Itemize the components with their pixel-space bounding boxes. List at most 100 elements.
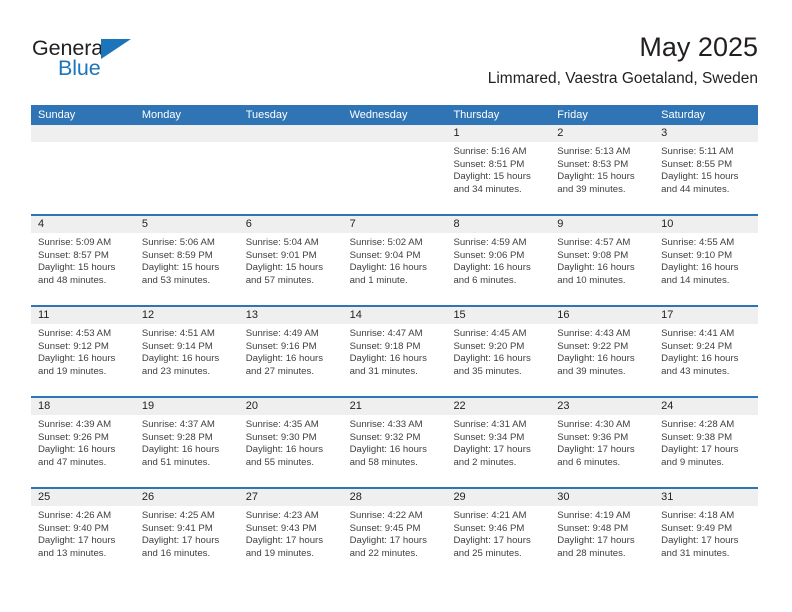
- calendar-day-cell[interactable]: 21 Sunrise: 4:33 AM Sunset: 9:32 PM Dayligh…: [342, 398, 447, 487]
- day-details: Sunrise: 4:45 AM Sunset: 9:20 PM Daylight:…: [446, 324, 550, 378]
- calendar-day-cell[interactable]: 2 Sunrise: 5:13 AM Sunset: 8:53 PM Daylight…: [550, 125, 655, 214]
- sunset-text: Sunset: 9:16 PM: [245, 340, 317, 352]
- calendar-day-cell[interactable]: 27 Sunrise: 4:23 AM Sunset: 9:43 PM Dayligh…: [238, 489, 343, 578]
- daylight-text-line2: and 39 minutes.: [557, 183, 626, 195]
- calendar-day-cell[interactable]: 20 Sunrise: 4:35 AM Sunset: 9:30 PM Dayligh…: [238, 398, 343, 487]
- day-details: [31, 142, 135, 146]
- day-number-band: 26: [134, 489, 239, 506]
- day-number: 13: [245, 309, 258, 321]
- daylight-text-line1: Daylight: 16 hours: [38, 353, 116, 365]
- sunset-text: Sunset: 9:45 PM: [349, 522, 421, 534]
- brand-logo[interactable]: General Blue: [32, 36, 262, 92]
- daylight-text-line2: and 2 minutes.: [453, 456, 517, 468]
- day-details: Sunrise: 4:22 AM Sunset: 9:45 PM Daylight:…: [343, 506, 447, 560]
- day-number-band: 18: [31, 398, 135, 415]
- day-details: Sunrise: 5:16 AM Sunset: 8:51 PM Daylight:…: [446, 142, 550, 196]
- calendar-day-cell[interactable]: 28 Sunrise: 4:22 AM Sunset: 9:45 PM Dayligh…: [342, 489, 447, 578]
- calendar-grid: Sunday Monday Tuesday Wednesday Thursday…: [31, 105, 759, 578]
- daylight-text-line1: Daylight: 17 hours: [141, 535, 220, 547]
- day-details: Sunrise: 4:39 AM Sunset: 9:26 PM Daylight:…: [31, 415, 135, 469]
- calendar-day-cell[interactable]: 25 Sunrise: 4:26 AM Sunset: 9:40 PM Dayligh…: [31, 489, 135, 578]
- calendar-day-cell[interactable]: 30 Sunrise: 4:19 AM Sunset: 9:48 PM Dayligh…: [550, 489, 655, 578]
- calendar-day-cell[interactable]: 23 Sunrise: 4:30 AM Sunset: 9:36 PM Dayligh…: [550, 398, 655, 487]
- day-number-band: 21: [342, 398, 447, 415]
- calendar-day-cell[interactable]: 18 Sunrise: 4:39 AM Sunset: 9:26 PM Dayligh…: [31, 398, 135, 487]
- day-details: Sunrise: 4:28 AM Sunset: 9:38 PM Daylight:…: [654, 415, 758, 469]
- day-details: Sunrise: 4:23 AM Sunset: 9:43 PM Daylight:…: [239, 506, 343, 560]
- sunrise-text: Sunrise: 4:49 AM: [245, 328, 319, 339]
- calendar-day-cell[interactable]: 17 Sunrise: 4:41 AM Sunset: 9:24 PM Dayligh…: [654, 307, 759, 396]
- calendar-day-cell[interactable]: 31 Sunrise: 4:18 AM Sunset: 9:49 PM Dayligh…: [654, 489, 759, 578]
- calendar-day-cell[interactable]: 26 Sunrise: 4:25 AM Sunset: 9:41 PM Dayligh…: [134, 489, 239, 578]
- calendar-day-cell[interactable]: 3 Sunrise: 5:11 AM Sunset: 8:55 PM Daylight…: [654, 125, 759, 214]
- daylight-text-line1: Daylight: 17 hours: [661, 444, 739, 456]
- calendar-day-cell[interactable]: 10 Sunrise: 4:55 AM Sunset: 9:10 PM Dayligh…: [654, 216, 759, 305]
- day-number: 23: [557, 400, 570, 412]
- sunrise-text: Sunrise: 4:31 AM: [453, 419, 527, 430]
- daylight-text-line2: and 28 minutes.: [557, 547, 626, 559]
- sunrise-text: Sunrise: 5:13 AM: [557, 146, 631, 157]
- daylight-text-line2: and 53 minutes.: [141, 274, 211, 286]
- daylight-text-line1: Daylight: 17 hours: [453, 444, 531, 456]
- day-number: 29: [453, 491, 466, 503]
- daylight-text-line2: and 31 minutes.: [349, 365, 418, 377]
- sunrise-text: Sunrise: 4:41 AM: [661, 328, 735, 339]
- calendar-day-cell[interactable]: 9 Sunrise: 4:57 AM Sunset: 9:08 PM Daylight…: [550, 216, 655, 305]
- day-number-band: 8: [446, 216, 551, 233]
- sunrise-text: Sunrise: 4:53 AM: [38, 328, 112, 339]
- day-number-band: 7: [342, 216, 447, 233]
- sunset-text: Sunset: 9:08 PM: [557, 249, 629, 261]
- sunrise-text: Sunrise: 4:47 AM: [349, 328, 423, 339]
- day-number-band: 23: [550, 398, 655, 415]
- sunset-text: Sunset: 9:26 PM: [38, 431, 109, 443]
- calendar-day-cell[interactable]: 8 Sunrise: 4:59 AM Sunset: 9:06 PM Daylight…: [446, 216, 551, 305]
- weekday-tuesday: Tuesday: [245, 109, 288, 121]
- sunrise-text: Sunrise: 4:57 AM: [557, 237, 631, 248]
- day-number-band: 14: [342, 307, 447, 324]
- calendar-day-cell[interactable]: 15 Sunrise: 4:45 AM Sunset: 9:20 PM Dayligh…: [446, 307, 551, 396]
- sunrise-text: Sunrise: 4:30 AM: [557, 419, 631, 430]
- daylight-text-line1: Daylight: 15 hours: [661, 171, 739, 183]
- calendar-day-cell[interactable]: 13 Sunrise: 4:49 AM Sunset: 9:16 PM Dayligh…: [238, 307, 343, 396]
- day-number-band: 16: [550, 307, 655, 324]
- sunset-text: Sunset: 9:46 PM: [453, 522, 525, 534]
- calendar-day-cell[interactable]: 7 Sunrise: 5:02 AM Sunset: 9:04 PM Daylight…: [342, 216, 447, 305]
- calendar-day-cell[interactable]: 12 Sunrise: 4:51 AM Sunset: 9:14 PM Dayligh…: [134, 307, 239, 396]
- sunrise-text: Sunrise: 4:37 AM: [141, 419, 215, 430]
- day-number-band: 27: [238, 489, 343, 506]
- sunset-text: Sunset: 8:55 PM: [661, 158, 733, 170]
- daylight-text-line2: and 6 minutes.: [557, 456, 621, 468]
- day-details: Sunrise: 4:51 AM Sunset: 9:14 PM Daylight:…: [135, 324, 239, 378]
- calendar-day-cell[interactable]: 29 Sunrise: 4:21 AM Sunset: 9:46 PM Dayligh…: [446, 489, 551, 578]
- calendar-day-cell[interactable]: 6 Sunrise: 5:04 AM Sunset: 9:01 PM Daylight…: [238, 216, 343, 305]
- day-details: Sunrise: 5:06 AM Sunset: 8:59 PM Daylight:…: [135, 233, 239, 287]
- sunset-text: Sunset: 9:20 PM: [453, 340, 525, 352]
- calendar-week-row: 18 Sunrise: 4:39 AM Sunset: 9:26 PM Dayligh…: [31, 396, 759, 487]
- weekday-thursday: Thursday: [453, 109, 500, 121]
- daylight-text-line1: Daylight: 17 hours: [245, 535, 324, 547]
- calendar-day-cell-empty: [134, 125, 239, 214]
- sunrise-text: Sunrise: 4:26 AM: [38, 510, 112, 521]
- day-number: 11: [38, 309, 50, 321]
- sunrise-text: Sunrise: 4:25 AM: [141, 510, 215, 521]
- day-number: 5: [141, 218, 148, 230]
- calendar-day-cell[interactable]: 16 Sunrise: 4:43 AM Sunset: 9:22 PM Dayligh…: [550, 307, 655, 396]
- calendar-week-row: 4 Sunrise: 5:09 AM Sunset: 8:57 PM Daylight…: [31, 214, 759, 305]
- daylight-text-line2: and 39 minutes.: [557, 365, 626, 377]
- sunrise-text: Sunrise: 5:11 AM: [661, 146, 734, 157]
- calendar-day-cell[interactable]: 5 Sunrise: 5:06 AM Sunset: 8:59 PM Daylight…: [134, 216, 239, 305]
- calendar-day-cell[interactable]: 1 Sunrise: 5:16 AM Sunset: 8:51 PM Daylight…: [446, 125, 551, 214]
- calendar-day-cell[interactable]: 22 Sunrise: 4:31 AM Sunset: 9:34 PM Dayligh…: [446, 398, 551, 487]
- calendar-day-cell[interactable]: 14 Sunrise: 4:47 AM Sunset: 9:18 PM Dayligh…: [342, 307, 447, 396]
- title-block: May 2025 Limmared, Vaestra Goetaland, Sw…: [488, 30, 758, 90]
- calendar-day-cell[interactable]: 4 Sunrise: 5:09 AM Sunset: 8:57 PM Daylight…: [31, 216, 135, 305]
- calendar-week-row: 1 Sunrise: 5:16 AM Sunset: 8:51 PM Daylight…: [31, 125, 759, 214]
- day-number-band: 9: [550, 216, 655, 233]
- daylight-text-line1: Daylight: 16 hours: [349, 262, 427, 274]
- calendar-day-cell[interactable]: 11 Sunrise: 4:53 AM Sunset: 9:12 PM Dayligh…: [31, 307, 135, 396]
- day-number-band: 24: [654, 398, 759, 415]
- calendar-day-cell[interactable]: 19 Sunrise: 4:37 AM Sunset: 9:28 PM Dayligh…: [134, 398, 239, 487]
- daylight-text-line1: Daylight: 16 hours: [349, 353, 427, 365]
- calendar-day-cell[interactable]: 24 Sunrise: 4:28 AM Sunset: 9:38 PM Dayligh…: [654, 398, 759, 487]
- day-number: 1: [453, 127, 460, 139]
